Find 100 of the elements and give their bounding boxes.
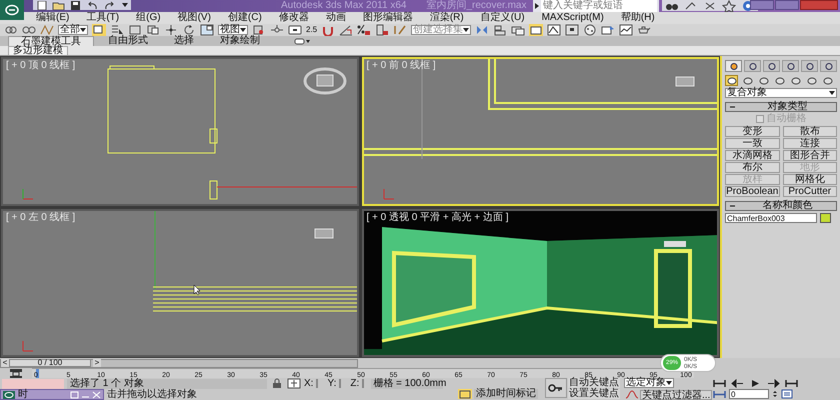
- keyboard-shortcut-icon[interactable]: [288, 24, 302, 36]
- menu-item[interactable]: 修改器: [278, 12, 309, 24]
- undo-icon[interactable]: [86, 0, 99, 10]
- frame-spinner-icon[interactable]: [772, 390, 778, 398]
- key-filters-button[interactable]: 关键点过滤器...: [640, 390, 712, 400]
- select-by-name-icon[interactable]: [110, 24, 124, 36]
- taskbar-window[interactable]: 时: [0, 389, 104, 400]
- time-tag-icon[interactable]: [458, 389, 472, 399]
- move-icon[interactable]: [164, 24, 178, 36]
- app-logo-icon[interactable]: [0, 0, 24, 20]
- menu-item[interactable]: 动画: [326, 12, 346, 24]
- object-type-button[interactable]: 图形合并: [782, 150, 837, 161]
- collapse-minus-icon[interactable]: [729, 104, 736, 110]
- menu-item[interactable]: 工具(T): [86, 12, 120, 24]
- object-type-button[interactable]: 一致: [725, 138, 780, 149]
- menu-item[interactable]: 组(G): [136, 12, 161, 24]
- object-type-button[interactable]: 布尔: [725, 162, 780, 173]
- current-frame-field[interactable]: 0: [729, 389, 769, 399]
- graphite-toggle-icon[interactable]: [529, 24, 544, 36]
- rotate-icon[interactable]: [182, 24, 196, 36]
- open-folder-icon[interactable]: [52, 0, 65, 10]
- z-coordinate-field[interactable]: [362, 379, 364, 388]
- dropdown-caret-icon[interactable]: [120, 0, 129, 10]
- menu-item[interactable]: 视图(V): [178, 12, 211, 24]
- time-configuration-icon[interactable]: [781, 389, 793, 399]
- object-type-button[interactable]: ProCutter: [782, 186, 837, 197]
- menu-item[interactable]: 渲染(R): [430, 12, 464, 24]
- set-key-button[interactable]: 设置关键点: [568, 389, 620, 399]
- redo-icon[interactable]: [103, 0, 116, 10]
- object-type-button[interactable]: 网格化: [782, 174, 837, 185]
- close-icon[interactable]: [92, 390, 101, 398]
- key-mode-toggle-icon[interactable]: [713, 390, 726, 398]
- ribbon-tab[interactable]: 选择: [162, 36, 206, 46]
- category-dropdown[interactable]: 复合对象: [725, 88, 837, 98]
- rectangle-selection-icon[interactable]: [128, 24, 142, 36]
- rendered-frame-icon[interactable]: [619, 24, 634, 36]
- key-icon[interactable]: [548, 383, 564, 393]
- align-icon[interactable]: [493, 24, 508, 36]
- select-object-icon[interactable]: [92, 24, 106, 36]
- previous-key-icon[interactable]: [731, 379, 744, 388]
- menu-item[interactable]: MAXScript(M): [542, 12, 604, 24]
- teapot-icon[interactable]: [637, 24, 652, 36]
- material-editor-icon[interactable]: [583, 24, 598, 36]
- layer-manager-icon[interactable]: [511, 24, 526, 36]
- viewport[interactable]: [ + 0 透视 0 平滑 + 高光 + 边面 ]: [362, 208, 719, 357]
- reference-coordinate-dropdown[interactable]: 视图: [218, 25, 248, 35]
- render-setup-icon[interactable]: [601, 24, 616, 36]
- window-crossing-icon[interactable]: [146, 24, 160, 36]
- maxscript-listener-field[interactable]: [2, 378, 64, 388]
- curve-editor-icon[interactable]: [547, 24, 562, 36]
- absolute-mode-icon[interactable]: [287, 378, 301, 390]
- auto-key-button[interactable]: 自动关键点: [568, 378, 620, 388]
- y-coordinate-field[interactable]: [339, 379, 342, 388]
- object-type-button[interactable]: 连接: [782, 138, 837, 149]
- menu-item[interactable]: 帮助(H): [620, 12, 655, 24]
- schematic-view-icon[interactable]: [565, 24, 580, 36]
- percent-snap-icon[interactable]: [357, 24, 372, 36]
- object-name-field[interactable]: ChamferBox003: [725, 213, 817, 223]
- ribbon-tab[interactable]: 石墨建模工具: [8, 36, 94, 46]
- link-icon[interactable]: [4, 24, 18, 36]
- menu-item[interactable]: 创建(C): [228, 12, 262, 24]
- object-type-button[interactable]: ProBoolean: [725, 186, 780, 197]
- selection-filter-dropdown[interactable]: 全部: [58, 25, 88, 35]
- previous-frame-button[interactable]: <: [1, 359, 9, 367]
- pivot-center-icon[interactable]: [252, 24, 266, 36]
- object-type-button[interactable]: 水滴网格: [725, 150, 780, 161]
- dropdown-arrow-icon[interactable]: [240, 28, 246, 32]
- dropdown-arrow-icon[interactable]: [463, 28, 470, 32]
- ribbon-subtab[interactable]: 多边形建模: [8, 46, 68, 55]
- object-type-button[interactable]: 变形: [725, 126, 780, 137]
- next-frame-button[interactable]: >: [93, 359, 101, 367]
- menu-item[interactable]: 图形编辑器: [362, 12, 413, 24]
- menu-item[interactable]: 编辑(E): [36, 12, 70, 24]
- key-mode-dropdown[interactable]: 选定对象: [624, 378, 674, 388]
- star-icon[interactable]: [722, 0, 736, 12]
- scale-icon[interactable]: [200, 24, 214, 36]
- next-key-icon[interactable]: [767, 379, 780, 388]
- app-logo-icon[interactable]: [3, 390, 15, 400]
- unlink-icon[interactable]: [22, 24, 36, 36]
- snap-magnet-icon[interactable]: [321, 24, 336, 36]
- viewport-label[interactable]: [ + 0 透视 0 平滑 + 高光 + 边面 ]: [366, 212, 508, 222]
- collapse-minus-icon[interactable]: [729, 203, 736, 209]
- rollout-header[interactable]: 对象类型: [725, 102, 837, 112]
- snap-toggle-label[interactable]: 2.5: [306, 26, 318, 34]
- menu-item[interactable]: 自定义(U): [480, 12, 525, 24]
- x-coordinate-field[interactable]: [316, 379, 318, 388]
- restore-icon[interactable]: [70, 390, 79, 398]
- save-icon[interactable]: [69, 0, 82, 10]
- object-color-swatch[interactable]: [820, 213, 831, 223]
- time-slider-thumb[interactable]: 0 / 100: [9, 359, 91, 367]
- key-tangent-icon[interactable]: [625, 389, 639, 400]
- new-file-icon[interactable]: [35, 0, 48, 10]
- dropdown-arrow-icon[interactable]: [80, 28, 86, 32]
- rollout-header[interactable]: 名称和颜色: [725, 201, 837, 211]
- dropdown-arrow-icon[interactable]: [829, 91, 835, 95]
- go-to-end-icon[interactable]: [785, 379, 798, 388]
- ribbon-tab[interactable]: 对象绘制: [208, 36, 272, 46]
- spinner-snap-icon[interactable]: [375, 24, 390, 36]
- object-type-button[interactable]: 散布: [782, 126, 837, 137]
- go-to-start-icon[interactable]: [713, 379, 726, 388]
